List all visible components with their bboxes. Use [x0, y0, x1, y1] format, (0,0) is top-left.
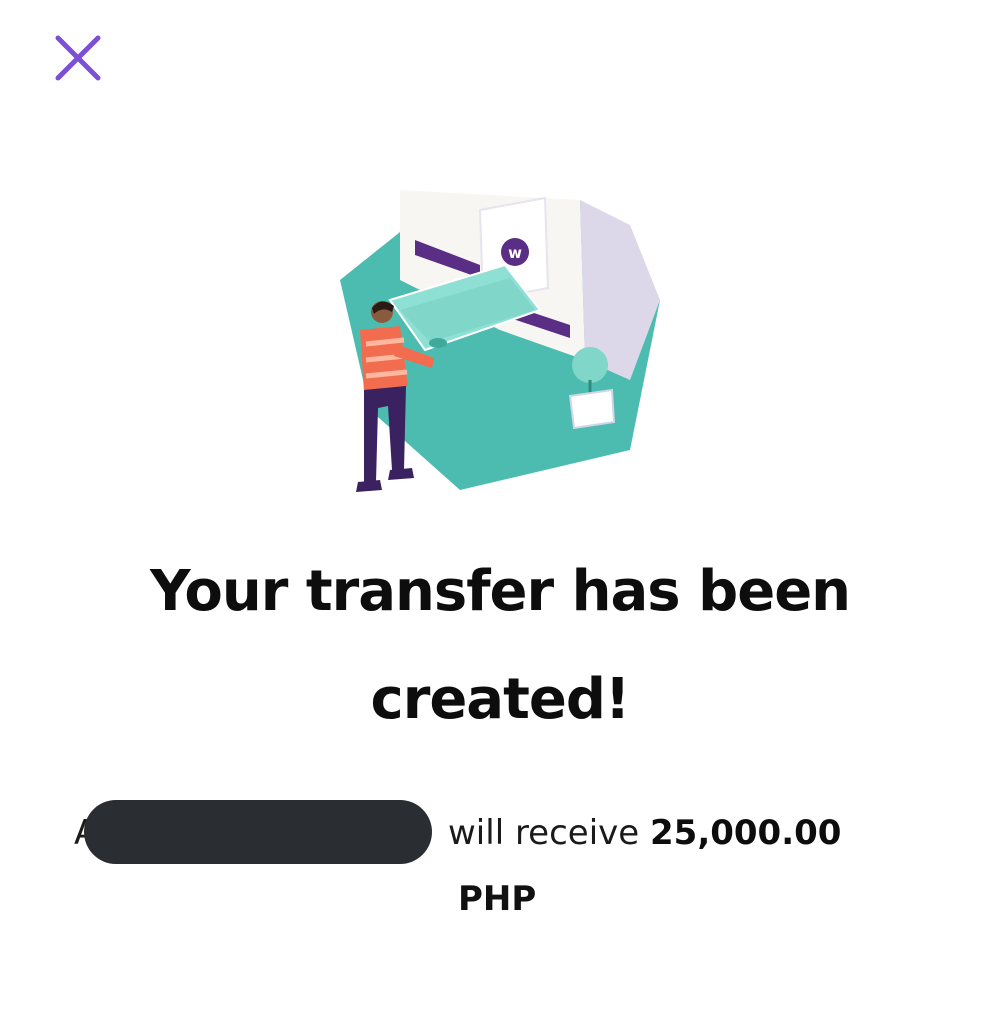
redacted-recipient-name	[84, 800, 432, 864]
close-button[interactable]	[50, 30, 106, 86]
confirmation-message: A will receive 25,000.00 PHP	[60, 800, 940, 919]
svg-text:w: w	[508, 244, 522, 262]
plant-icon	[572, 347, 608, 383]
transfer-amount: 25,000.00	[650, 813, 842, 853]
receive-label: will receive	[448, 813, 640, 853]
transfer-currency: PHP	[458, 879, 537, 919]
close-icon	[55, 35, 101, 81]
atm-transfer-illustration: w	[330, 160, 670, 500]
confirmation-title: Your transfer has been created!	[149, 559, 851, 732]
